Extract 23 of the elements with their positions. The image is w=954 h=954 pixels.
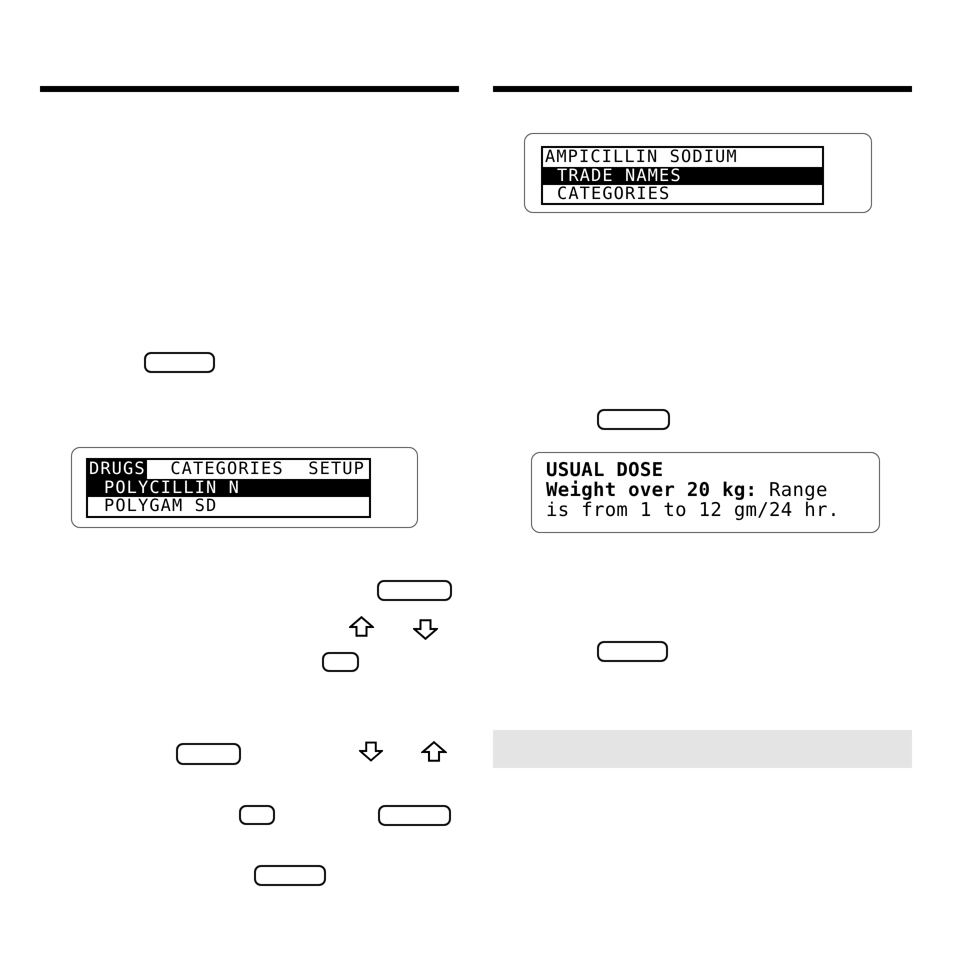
key-icon xyxy=(254,865,326,886)
key-icon xyxy=(597,641,668,662)
menu-option[interactable]: TRADE NAMES xyxy=(543,166,822,186)
up-arrow-icon xyxy=(421,741,447,762)
key-icon xyxy=(597,409,670,430)
menu-tab[interactable]: DRUGS xyxy=(88,460,147,479)
entry-title: AMPICILLIN SODIUM xyxy=(544,148,739,167)
menu-tab[interactable]: SETUP xyxy=(307,460,366,479)
key-icon xyxy=(176,743,241,765)
key-icon xyxy=(377,580,452,601)
down-arrow-icon xyxy=(359,741,383,762)
list-entry[interactable]: POLYGAM SD xyxy=(88,497,369,516)
menu-tab[interactable]: CATEGORIES xyxy=(169,460,285,479)
dose-heading: USUAL DOSE xyxy=(546,460,664,480)
key-icon xyxy=(322,652,359,672)
key-icon xyxy=(239,805,275,825)
dose-text: Weight over 20 kg: Range is from 1 to 12 gm/24 hr. xyxy=(546,480,840,520)
list-entry[interactable]: POLYCILLIN N xyxy=(88,478,369,498)
down-arrow-icon xyxy=(413,619,438,640)
key-icon xyxy=(144,352,215,373)
key-icon xyxy=(378,805,451,826)
up-arrow-icon xyxy=(349,616,374,637)
menu-option[interactable]: CATEGORIES xyxy=(543,185,822,204)
